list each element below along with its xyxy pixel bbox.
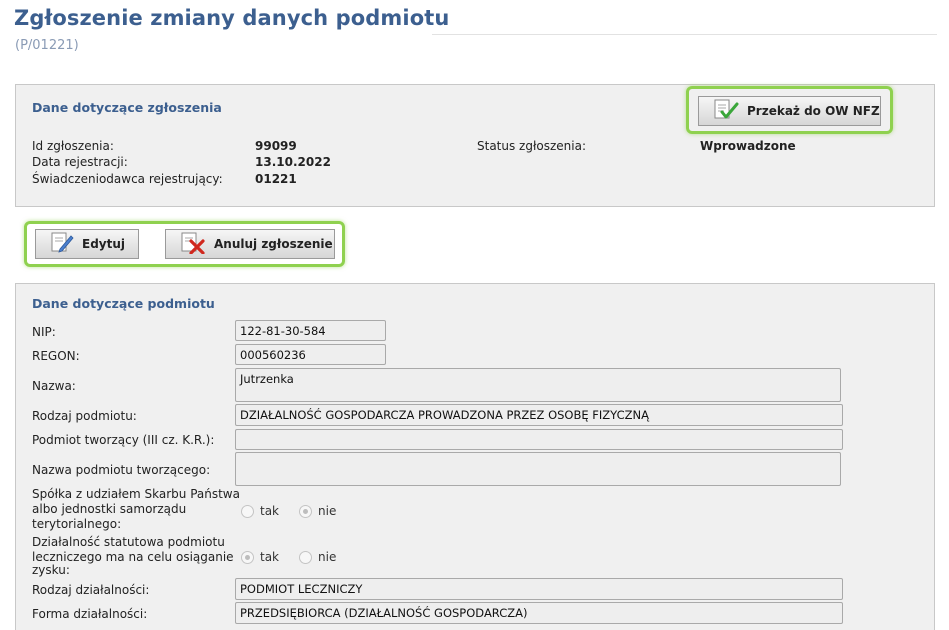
radio-checked-icon [299,504,312,518]
regon-field[interactable] [235,344,386,365]
nazwa-tworzacego-field[interactable] [235,452,841,486]
nazwa-field[interactable]: Jutrzenka [235,368,841,402]
status-value: Wprowadzone [700,139,796,153]
page-code: (P/01221) [15,38,79,53]
spolka-tak-radio[interactable]: tak [241,504,279,518]
rodzaj-podmiotu-field[interactable] [235,404,843,426]
zysk-nie-label: nie [318,550,337,564]
rodzaj-podmiotu-label: Rodzaj podmiotu: [32,409,137,423]
rodzaj-dzialalnosci-field[interactable] [235,578,843,600]
spolka-label-line-2: albo jednostki samorządu [32,502,187,516]
podmiot-tworzacy-label: Podmiot tworzący (III cz. K.R.): [32,433,215,447]
podmiot-panel: Dane dotyczące podmiotu NIP: REGON: Nazw… [15,283,935,630]
id-value: 99099 [255,139,297,153]
zysk-tak-label: tak [260,550,280,564]
forma-dzialalnosci-field[interactable] [235,602,843,624]
date-value: 13.10.2022 [255,155,331,169]
regon-label: REGON: [32,349,80,363]
zysk-tak-radio[interactable]: tak [241,550,279,564]
radio-checked-icon [241,550,254,564]
title-divider [432,34,937,35]
nip-label: NIP: [32,325,56,339]
cancel-submission-label: Anuluj zgłoszenie [214,237,333,251]
radio-unchecked-icon [241,504,254,518]
spolka-label-line-1: Spółka z udziałem Skarbu Państwa [32,487,240,501]
spolka-nie-radio[interactable]: nie [299,504,336,518]
nazwa-tworzacego-label: Nazwa podmiotu tworzącego: [32,463,211,477]
edit-label: Edytuj [82,237,126,251]
zysk-nie-radio[interactable]: nie [299,550,336,564]
status-label: Status zgłoszenia: [477,139,586,153]
zysk-label-line-1: Działalność statutowa podmiotu [32,535,225,549]
provider-label: Świadczeniodawca rejestrujący: [32,172,223,186]
podmiot-tworzacy-field[interactable] [235,429,843,450]
edit-button[interactable]: Edytuj [35,229,139,259]
id-label: Id zgłoszenia: [32,139,114,153]
spolka-nie-label: nie [318,504,337,518]
nip-field[interactable] [235,320,386,341]
spolka-tak-label: tak [260,504,280,518]
rodzaj-dzialalnosci-label: Rodzaj działalności: [32,583,150,597]
zysk-label-line-2: leczniczego ma na celu osiąganie [32,550,234,564]
submit-to-nfz-button[interactable]: Przekaż do OW NFZ [698,96,881,126]
provider-value: 01221 [255,172,297,186]
spolka-label-line-3: terytorialnego: [32,517,122,531]
podmiot-section-title: Dane dotyczące podmiotu [32,296,215,311]
page-title: Zgłoszenie zmiany danych podmiotu [14,6,450,30]
radio-unchecked-icon [299,550,312,564]
nazwa-label: Nazwa: [32,379,76,393]
forma-dzialalnosci-label: Forma działalności: [32,607,148,621]
date-label: Data rejestracji: [32,155,128,169]
document-edit-icon [50,232,74,257]
zysk-label-line-3: zysku: [32,563,70,577]
cancel-submission-button[interactable]: Anuluj zgłoszenie [165,229,335,259]
document-check-icon [713,99,739,124]
submit-to-nfz-label: Przekaż do OW NFZ [747,104,880,118]
zgloszenie-section-title: Dane dotyczące zgłoszenia [32,100,222,115]
document-delete-icon [180,232,206,257]
